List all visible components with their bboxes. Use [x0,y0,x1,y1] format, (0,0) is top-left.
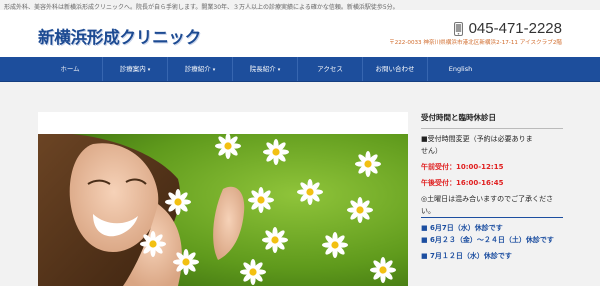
chevron-down-icon: ▾ [212,67,216,73]
closure-item: ■ 6月7日（水）休診です [421,224,503,232]
afternoon-hours: 午後受付：16:00-16:45 [421,179,504,187]
nav-item-director[interactable]: 院長紹介 ▾ [233,57,298,81]
hours-change-notice: ■受付時間変更（予約は必要ありま [421,135,533,143]
woman-daisies-photo [38,134,408,286]
phone-icon [453,21,463,36]
clinic-address: 〒222-0033 神奈川県横浜市港北区新横浜2-17-11 アイスクラブ2階 [389,40,562,46]
nav-item-services[interactable]: 診療案内 ▾ [103,57,168,81]
nav-item-english[interactable]: English [428,57,493,81]
nav-item-home[interactable]: ホーム [38,57,103,81]
chevron-down-icon: ▾ [147,67,151,73]
phone-number[interactable]: 045-471-2228 [469,20,562,37]
phone-block[interactable]: 045-471-2228 [453,20,562,37]
hours-change-notice-cont: せん） [421,147,442,155]
main-nav: ホーム 診療案内 ▾ 診療紹介 ▾ 院長紹介 ▾ アクセス お問い合わせ Englis… [0,57,600,82]
sidebar-hours: 受付時間と臨時休診日 ■受付時間変更（予約は必要ありま せん） 午前受付：10:… [421,107,563,262]
main-content [38,112,408,286]
saturday-note: ◎土曜日は混み合いますのでご了承ください。 [421,193,563,218]
chevron-down-icon: ▾ [277,67,281,73]
closure-item: ■ 7月１２日（水）休診です [421,252,512,260]
closure-item: ■ 6月２３（金）～２４日（土）休診です [421,236,554,244]
site-logo[interactable]: 新横浜形成クリニック [38,24,201,48]
sidebar-title: 受付時間と臨時休診日 [421,107,563,129]
nav-item-access[interactable]: アクセス [298,57,363,81]
site-header: 新横浜形成クリニック 045-471-2228 〒222-0033 神奈川県横浜… [0,10,600,57]
morning-hours: 午前受付：10:00-12:15 [421,163,504,171]
nav-item-contact[interactable]: お問い合わせ [363,57,428,81]
nav-item-treatments[interactable]: 診療紹介 ▾ [168,57,233,81]
hero-photo [38,134,408,286]
